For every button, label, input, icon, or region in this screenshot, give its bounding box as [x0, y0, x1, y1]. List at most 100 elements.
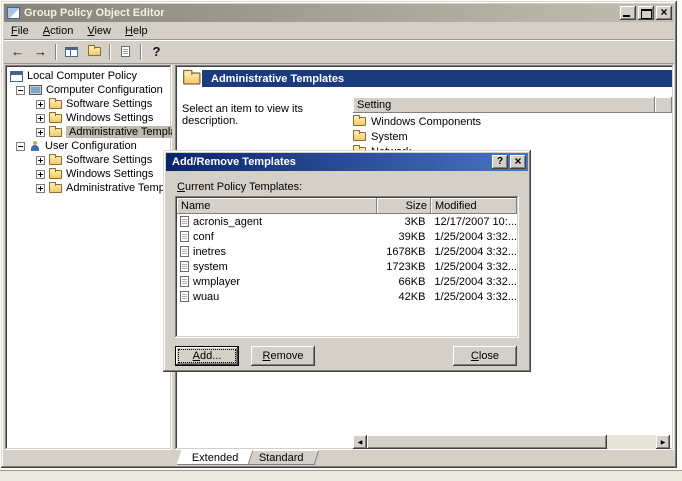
remove-button[interactable]: Remove [251, 346, 315, 366]
tab-standard[interactable]: Standard [244, 450, 320, 465]
folder-icon [49, 97, 62, 109]
tree-label: Software Settings [66, 98, 153, 110]
export-list-button[interactable] [114, 42, 137, 62]
minimize-button[interactable] [620, 6, 636, 20]
document-icon [180, 291, 189, 302]
column-modified[interactable]: Modified [431, 198, 517, 214]
column-name[interactable]: Name [177, 198, 377, 214]
list-item-windows-components[interactable]: Windows Components [353, 114, 671, 129]
template-name-cell: conf [177, 231, 376, 243]
tree-label: Computer Configuration [46, 84, 163, 96]
toolbar-separator [109, 43, 111, 60]
templates-listview: Name Size Modified acronis_agent 3KB 12/… [175, 196, 519, 338]
template-size: 42KB [398, 290, 426, 303]
template-name: wmplayer [193, 275, 241, 288]
setting-column-label: Setting [357, 99, 392, 111]
horizontal-scrollbar[interactable]: ◀ ▶ [353, 435, 670, 449]
window-controls [620, 5, 672, 20]
help-button[interactable]: ? [145, 42, 168, 62]
collapse-icon[interactable] [16, 141, 25, 151]
tree-item-user-configuration[interactable]: User Configuration [7, 139, 170, 153]
folder-icon [353, 130, 366, 141]
template-row[interactable]: system 1723KB 1/25/2004 3:32... [177, 259, 517, 274]
template-row[interactable]: wmplayer 66KB 1/25/2004 3:32... [177, 274, 517, 289]
expand-icon[interactable] [36, 169, 45, 179]
show-console-tree-button[interactable] [60, 42, 83, 62]
tab-extended[interactable]: Extended [176, 450, 254, 465]
tree-item-windows-settings-computer[interactable]: Windows Settings [7, 111, 170, 125]
tree-label: Administrative Templates [66, 182, 172, 194]
tree-item-administrative-templates-user[interactable]: Administrative Templates [7, 181, 172, 195]
document-icon [180, 231, 189, 242]
template-size: 1678KB [386, 245, 426, 258]
expand-icon[interactable] [36, 183, 45, 193]
folder-icon [49, 167, 62, 179]
console-tree-icon [65, 46, 78, 57]
dialog-help-button[interactable] [492, 155, 508, 169]
console-root-icon [10, 70, 23, 82]
list-item-label: System [371, 130, 408, 143]
expand-icon[interactable] [36, 99, 45, 109]
expand-icon[interactable] [36, 113, 45, 123]
template-size: 3KB [404, 215, 426, 228]
listview-header: Name Size Modified [177, 198, 517, 214]
menu-help[interactable]: Help [118, 23, 155, 39]
tree-item-computer-configuration[interactable]: Computer Configuration [7, 83, 170, 97]
window-titlebar[interactable]: Group Policy Object Editor [4, 4, 674, 22]
template-row[interactable]: wuau 42KB 1/25/2004 3:32... [177, 289, 517, 304]
template-size: 66KB [398, 275, 426, 288]
template-name-cell: wuau [177, 291, 376, 303]
current-policy-templates-label: Current Policy Templates: [177, 181, 303, 193]
desktop-strip [0, 470, 682, 481]
close-button[interactable] [656, 5, 672, 20]
template-size: 39KB [398, 230, 426, 243]
list-item-system[interactable]: System [353, 129, 671, 144]
toolbar-separator [55, 43, 57, 60]
item-description: Select an item to view its description. [182, 103, 304, 127]
computer-configuration-icon [29, 85, 42, 95]
folder-up-icon [88, 45, 101, 56]
menu-action[interactable]: Action [36, 23, 81, 39]
template-name: conf [193, 230, 214, 243]
dialog-title: Add/Remove Templates [172, 156, 296, 168]
scroll-left-button[interactable]: ◀ [353, 435, 367, 449]
setting-column-header[interactable]: Setting [353, 97, 655, 113]
collapse-icon[interactable] [16, 85, 25, 95]
window-title: Group Policy Object Editor [24, 7, 165, 19]
up-one-level-button[interactable] [83, 42, 106, 62]
menu-file[interactable]: File [4, 23, 36, 39]
column-size[interactable]: Size [377, 198, 431, 214]
template-row[interactable]: acronis_agent 3KB 12/17/2007 10:... [177, 214, 517, 229]
tree-item-windows-settings-user[interactable]: Windows Settings [7, 167, 170, 181]
tree-item-local-computer-policy[interactable]: Local Computer Policy [7, 69, 170, 83]
screen: Group Policy Object Editor File Action V… [0, 0, 682, 481]
pane-header-title: Administrative Templates [211, 72, 345, 85]
back-button[interactable]: ← [6, 42, 29, 62]
toolbar-separator [140, 43, 142, 60]
menu-view[interactable]: View [80, 23, 118, 39]
tree-item-software-settings-user[interactable]: Software Settings [7, 153, 170, 167]
maximize-button[interactable] [638, 6, 654, 20]
expand-icon[interactable] [36, 127, 45, 137]
app-icon [7, 7, 20, 19]
template-row[interactable]: conf 39KB 1/25/2004 3:32... [177, 229, 517, 244]
add-remove-templates-dialog: Add/Remove Templates Current Policy Temp… [163, 150, 531, 372]
add-button[interactable]: Add... [175, 346, 239, 366]
template-modified: 1/25/2004 3:32... [434, 290, 517, 303]
folder-icon [49, 153, 62, 165]
forward-button[interactable]: → [29, 42, 52, 62]
scroll-right-button[interactable]: ▶ [656, 435, 670, 449]
template-row[interactable]: inetres 1678KB 1/25/2004 3:32... [177, 244, 517, 259]
tab-standard-label: Standard [259, 452, 304, 464]
expand-icon[interactable] [36, 155, 45, 165]
scrollbar-thumb[interactable] [367, 435, 607, 449]
close-dialog-button[interactable]: Close [453, 346, 517, 366]
dialog-titlebar[interactable]: Add/Remove Templates [166, 153, 528, 171]
template-name-cell: acronis_agent [177, 216, 376, 228]
tree-item-software-settings-computer[interactable]: Software Settings [7, 97, 170, 111]
dialog-close-button[interactable] [510, 154, 526, 169]
column-header-filler [655, 97, 672, 113]
template-name-cell: wmplayer [177, 276, 376, 288]
tree-item-administrative-templates-computer[interactable]: Administrative Templates [7, 125, 172, 139]
document-icon [180, 261, 189, 272]
